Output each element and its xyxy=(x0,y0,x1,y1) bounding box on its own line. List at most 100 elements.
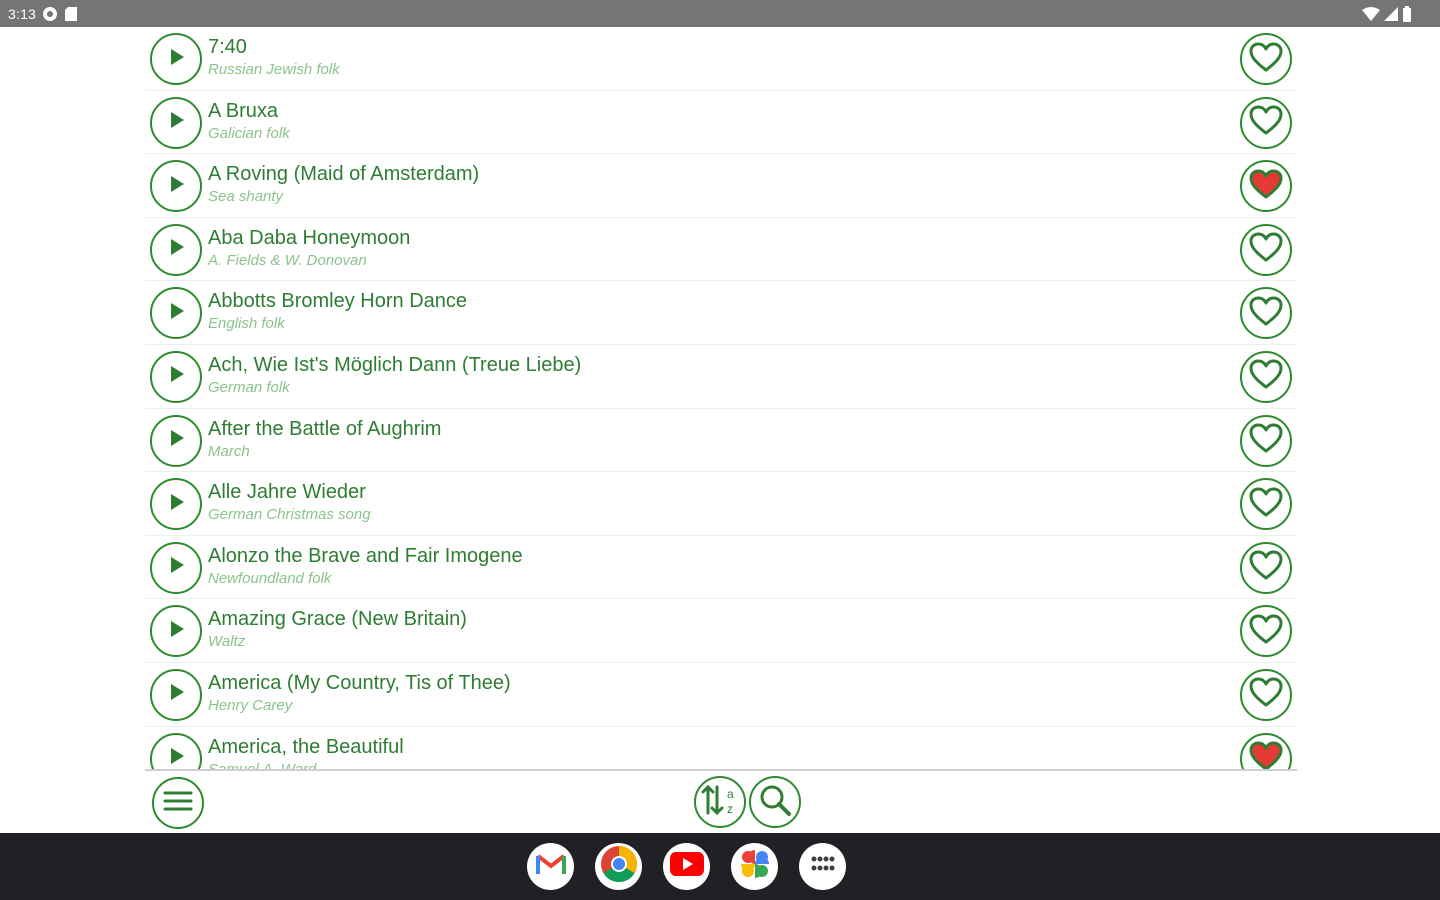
song-subtitle: German folk xyxy=(208,378,290,396)
status-bar: 3:13 xyxy=(0,0,1440,27)
play-icon xyxy=(166,237,186,262)
song-subtitle: Galician folk xyxy=(208,124,290,142)
search-button[interactable] xyxy=(749,776,801,828)
play-button[interactable] xyxy=(150,96,202,149)
heart-icon xyxy=(1249,487,1283,522)
photos-app[interactable] xyxy=(731,843,778,890)
photos-icon xyxy=(737,846,773,887)
song-title: Alle Jahre Wieder xyxy=(208,481,366,504)
heart-icon xyxy=(1249,105,1283,140)
play-icon xyxy=(166,47,186,72)
song-row[interactable]: Aba Daba Honeymoon A. Fields & W. Donovan xyxy=(145,218,1297,282)
song-title: Aba Daba Honeymoon xyxy=(208,226,411,249)
song-title: Ach, Wie Ist's Möglich Dann (Treue Liebe… xyxy=(208,353,582,376)
play-button[interactable] xyxy=(150,668,202,721)
song-title: A Roving (Maid of Amsterdam) xyxy=(208,163,480,186)
song-row[interactable]: 7:40 Russian Jewish folk xyxy=(145,27,1297,91)
song-subtitle: A. Fields & W. Donovan xyxy=(208,251,367,269)
play-button[interactable] xyxy=(150,223,202,276)
cell-signal-icon xyxy=(1384,6,1398,21)
play-button[interactable] xyxy=(150,414,202,467)
heart-icon xyxy=(1249,550,1283,585)
play-icon xyxy=(166,110,186,135)
play-button[interactable] xyxy=(150,160,202,213)
song-title: America, the Beautiful xyxy=(208,735,404,758)
heart-icon xyxy=(1249,359,1283,394)
favorite-button[interactable] xyxy=(1240,478,1292,531)
song-title: 7:40 xyxy=(208,36,247,58)
favorite-button[interactable] xyxy=(1240,33,1292,85)
song-row[interactable]: America, the Beautiful Samuel A. Ward xyxy=(145,727,1297,770)
song-title: Alonzo the Brave and Fair Imogene xyxy=(208,544,523,567)
song-row[interactable]: Amazing Grace (New Britain) Waltz xyxy=(145,599,1297,663)
play-button[interactable] xyxy=(150,541,202,594)
play-icon xyxy=(166,555,186,580)
play-button[interactable] xyxy=(150,33,202,85)
menu-button[interactable] xyxy=(152,777,204,829)
song-list[interactable]: 7:40 Russian Jewish folk A Bruxa Galician f… xyxy=(145,27,1297,770)
song-subtitle: March xyxy=(208,442,250,460)
song-row[interactable]: After the Battle of Aughrim March xyxy=(145,409,1297,473)
song-row[interactable]: A Bruxa Galician folk xyxy=(145,91,1297,155)
settings-icon xyxy=(42,6,58,22)
play-icon xyxy=(166,746,186,770)
play-icon xyxy=(166,428,186,453)
play-button[interactable] xyxy=(150,732,202,770)
battery-icon xyxy=(1402,5,1412,22)
play-icon xyxy=(166,174,186,199)
heart-icon xyxy=(1249,296,1283,331)
play-icon xyxy=(166,492,186,517)
play-icon xyxy=(166,364,186,389)
favorite-button[interactable] xyxy=(1240,223,1292,276)
heart-icon xyxy=(1249,614,1283,649)
song-subtitle: German Christmas song xyxy=(208,506,371,524)
song-title: Amazing Grace (New Britain) xyxy=(208,608,467,631)
chrome-app[interactable] xyxy=(595,843,642,890)
heart-icon xyxy=(1249,677,1283,712)
gmail-icon xyxy=(535,852,566,881)
favorite-button[interactable] xyxy=(1240,350,1292,403)
youtube-app[interactable] xyxy=(663,843,710,890)
sort-button[interactable]: a z xyxy=(694,776,746,828)
heart-icon xyxy=(1249,232,1283,267)
song-row[interactable]: Ach, Wie Ist's Möglich Dann (Treue Liebe… xyxy=(145,345,1297,409)
svg-text:a: a xyxy=(727,787,734,801)
chrome-icon xyxy=(599,844,639,889)
sd-card-icon xyxy=(64,6,78,22)
song-row[interactable]: Abbotts Bromley Horn Dance English folk xyxy=(145,281,1297,345)
favorite-button[interactable] xyxy=(1240,96,1292,149)
song-row[interactable]: A Roving (Maid of Amsterdam) Sea shanty xyxy=(145,154,1297,218)
play-icon xyxy=(166,301,186,326)
song-title: After the Battle of Aughrim xyxy=(208,417,442,440)
play-icon xyxy=(166,682,186,707)
play-button[interactable] xyxy=(150,605,202,658)
song-subtitle: Newfoundland folk xyxy=(208,569,332,587)
favorite-button[interactable] xyxy=(1240,668,1292,721)
song-row[interactable]: America (My Country, Tis of Thee) Henry C… xyxy=(145,663,1297,727)
svg-text:z: z xyxy=(727,802,733,816)
favorite-button[interactable] xyxy=(1240,160,1292,213)
search-icon xyxy=(758,783,792,822)
play-icon xyxy=(166,619,186,644)
youtube-icon xyxy=(669,852,704,881)
taskbar xyxy=(0,833,1440,900)
favorite-button[interactable] xyxy=(1240,541,1292,594)
play-button[interactable] xyxy=(150,350,202,403)
heart-icon xyxy=(1249,42,1283,77)
gmail-app[interactable] xyxy=(527,843,574,890)
song-subtitle: Waltz xyxy=(208,633,246,651)
favorite-button[interactable] xyxy=(1240,732,1292,770)
play-button[interactable] xyxy=(150,478,202,531)
app-launcher[interactable] xyxy=(799,843,846,890)
song-title: Abbotts Bromley Horn Dance xyxy=(208,290,468,313)
favorite-button[interactable] xyxy=(1240,287,1292,340)
menu-icon xyxy=(163,789,193,818)
favorite-button[interactable] xyxy=(1240,605,1292,658)
heart-icon xyxy=(1249,741,1283,770)
song-row[interactable]: Alle Jahre Wieder German Christmas song xyxy=(145,472,1297,536)
status-time: 3:13 xyxy=(8,5,37,22)
song-subtitle: English folk xyxy=(208,315,285,333)
play-button[interactable] xyxy=(150,287,202,340)
favorite-button[interactable] xyxy=(1240,414,1292,467)
song-row[interactable]: Alonzo the Brave and Fair Imogene Newfoun… xyxy=(145,536,1297,600)
